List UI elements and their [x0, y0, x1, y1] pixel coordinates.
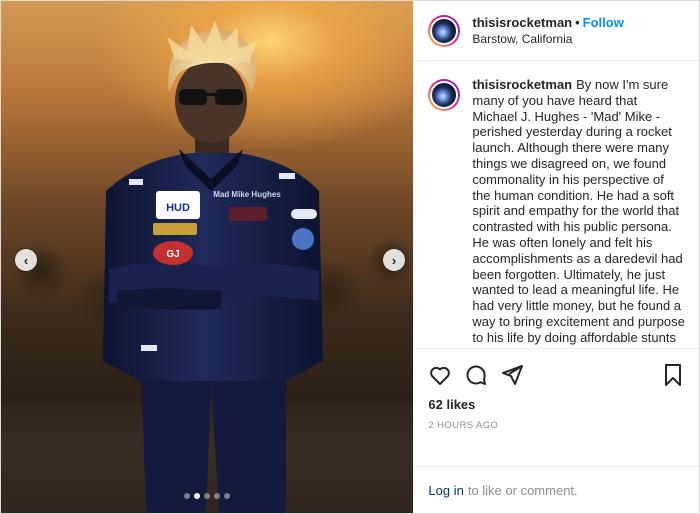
action-icon-row [428, 355, 685, 395]
name-patch-text: Mad Mike Hughes [213, 190, 281, 199]
login-link[interactable]: Log in [428, 483, 463, 498]
gj-patch-text: GJ [166, 249, 179, 260]
carousel-dot [204, 493, 211, 499]
share-icon[interactable] [500, 363, 524, 387]
caption-avatar[interactable] [428, 79, 461, 111]
comment-login-prompt: Log in to like or comment. [414, 466, 699, 513]
heart-icon[interactable] [428, 363, 452, 387]
separator-dot: • [575, 14, 580, 30]
caption-area[interactable]: thisisrocketman By now I'm sure many of y… [414, 61, 699, 348]
post-actions: 62 likes 2 HOURS AGO [414, 348, 699, 466]
carousel-prev-button[interactable]: ‹ [15, 249, 37, 271]
carousel-dot [194, 493, 201, 499]
location-link[interactable]: Barstow, California [472, 31, 623, 47]
caption-username-link[interactable]: thisisrocketman [472, 77, 572, 92]
instagram-post: HUD GJ Mad Mike Hughes ‹ › thisisrocketm [0, 0, 700, 514]
carousel-dot [184, 493, 191, 499]
carousel-next-button[interactable]: › [383, 249, 405, 271]
caption-body: By now I'm sure many of you have heard t… [472, 77, 685, 348]
chevron-right-icon: › [391, 252, 397, 268]
avatar[interactable] [428, 14, 461, 47]
follow-button[interactable]: Follow [583, 15, 624, 30]
avatar-image [430, 16, 459, 45]
chevron-left-icon: ‹ [23, 252, 29, 268]
username-link[interactable]: thisisrocketman [472, 15, 572, 30]
bookmark-icon[interactable] [661, 363, 685, 387]
person-in-racing-suit: HUD GJ Mad Mike Hughes [103, 21, 323, 513]
header-top: thisisrocketman • Follow [472, 15, 623, 31]
caption-text: thisisrocketman By now I'm sure many of y… [472, 77, 685, 348]
like-count[interactable]: 62 likes [428, 397, 685, 412]
post-timestamp[interactable]: 2 HOURS AGO [428, 420, 685, 431]
comment-icon[interactable] [464, 363, 488, 387]
login-prompt-text: to like or comment. [467, 482, 578, 498]
carousel-dot [214, 493, 221, 499]
post-media[interactable]: HUD GJ Mad Mike Hughes ‹ › [1, 1, 414, 513]
carousel-dot [224, 493, 231, 499]
hud-patch-text: HUD [166, 202, 190, 214]
post-sidebar: thisisrocketman • Follow Barstow, Californ… [413, 1, 699, 513]
carousel-indicator [1, 493, 413, 499]
post-header: thisisrocketman • Follow Barstow, Californ… [414, 1, 699, 61]
caption-avatar-image [430, 81, 459, 109]
header-text: thisisrocketman • Follow Barstow, Californ… [472, 15, 623, 47]
